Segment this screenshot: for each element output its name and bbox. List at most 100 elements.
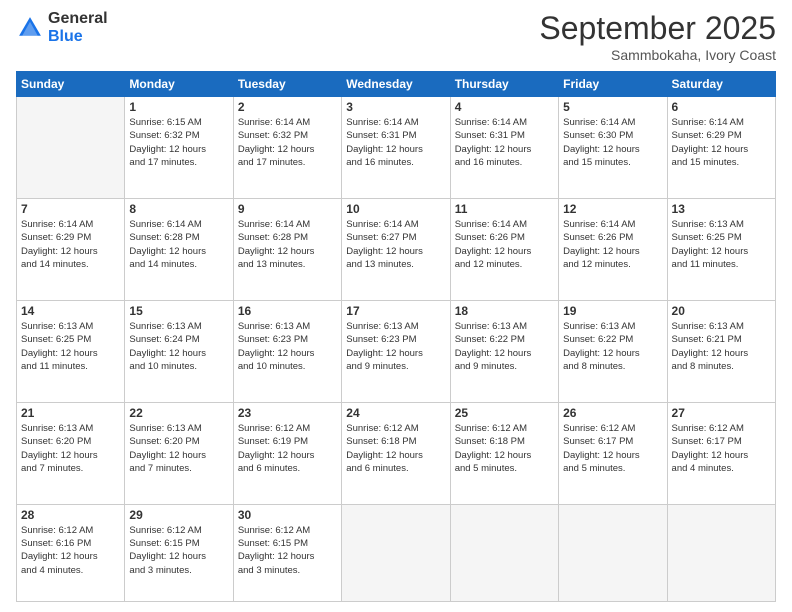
table-row: 5 Sunrise: 6:14 AMSunset: 6:30 PMDaylight…: [559, 97, 667, 199]
table-row: [559, 504, 667, 601]
day-number: 6: [672, 100, 771, 114]
table-row: 28 Sunrise: 6:12 AMSunset: 6:16 PMDayligh…: [17, 504, 125, 601]
table-row: 12 Sunrise: 6:14 AMSunset: 6:26 PMDayligh…: [559, 198, 667, 300]
day-number: 30: [238, 508, 337, 522]
day-info: Sunrise: 6:14 AMSunset: 6:31 PMDaylight:…: [346, 116, 445, 169]
table-row: 18Sunrise: 6:13 AMSunset: 6:22 PMDayligh…: [450, 300, 558, 402]
logo: General Blue: [16, 10, 108, 45]
day-info: Sunrise: 6:14 AMSunset: 6:28 PMDaylight:…: [238, 218, 337, 271]
table-row: 29 Sunrise: 6:12 AMSunset: 6:15 PMDayligh…: [125, 504, 233, 601]
table-row: 6Sunrise: 6:14 AMSunset: 6:29 PMDaylight…: [667, 97, 775, 199]
page: General Blue September 2025 Sammbokaha, …: [0, 0, 792, 612]
day-number: 24: [346, 406, 445, 420]
table-row: [342, 504, 450, 601]
day-number: 21: [21, 406, 120, 420]
day-number: 25: [455, 406, 554, 420]
table-row: 30 Sunrise: 6:12 AMSunset: 6:15 PMDayligh…: [233, 504, 341, 601]
day-number: 2: [238, 100, 337, 114]
month-title: September 2025: [539, 10, 776, 47]
col-friday: Friday: [559, 72, 667, 97]
col-wednesday: Wednesday: [342, 72, 450, 97]
day-info: Sunrise: 6:13 AMSunset: 6:25 PMDaylight:…: [21, 320, 120, 373]
calendar-table: Sunday Monday Tuesday Wednesday Thursday…: [16, 71, 776, 602]
day-info: Sunrise: 6:12 AMSunset: 6:16 PMDaylight:…: [21, 524, 120, 577]
logo-general: General: [48, 10, 108, 27]
day-info: Sunrise: 6:13 AMSunset: 6:25 PMDaylight:…: [672, 218, 771, 271]
header: General Blue September 2025 Sammbokaha, …: [16, 10, 776, 63]
table-row: 14 Sunrise: 6:13 AMSunset: 6:25 PMDayligh…: [17, 300, 125, 402]
day-info: Sunrise: 6:14 AMSunset: 6:32 PMDaylight:…: [238, 116, 337, 169]
table-row: 10 Sunrise: 6:14 AMSunset: 6:27 PMDayligh…: [342, 198, 450, 300]
table-row: 19Sunrise: 6:13 AMSunset: 6:22 PMDayligh…: [559, 300, 667, 402]
day-info: Sunrise: 6:13 AMSunset: 6:24 PMDaylight:…: [129, 320, 228, 373]
table-row: 13 Sunrise: 6:13 AMSunset: 6:25 PMDayligh…: [667, 198, 775, 300]
col-sunday: Sunday: [17, 72, 125, 97]
day-number: 7: [21, 202, 120, 216]
day-number: 11: [455, 202, 554, 216]
day-info: Sunrise: 6:12 AMSunset: 6:19 PMDaylight:…: [238, 422, 337, 475]
day-number: 3: [346, 100, 445, 114]
day-info: Sunrise: 6:15 AMSunset: 6:32 PMDaylight:…: [129, 116, 228, 169]
day-info: Sunrise: 6:13 AMSunset: 6:20 PMDaylight:…: [21, 422, 120, 475]
day-number: 28: [21, 508, 120, 522]
day-number: 22: [129, 406, 228, 420]
day-info: Sunrise: 6:14 AMSunset: 6:26 PMDaylight:…: [455, 218, 554, 271]
table-row: 22 Sunrise: 6:13 AMSunset: 6:20 PMDayligh…: [125, 402, 233, 504]
table-row: 25 Sunrise: 6:12 AMSunset: 6:18 PMDayligh…: [450, 402, 558, 504]
table-row: 11 Sunrise: 6:14 AMSunset: 6:26 PMDayligh…: [450, 198, 558, 300]
table-row: 15 Sunrise: 6:13 AMSunset: 6:24 PMDayligh…: [125, 300, 233, 402]
day-info: Sunrise: 6:13 AMSunset: 6:23 PMDaylight:…: [346, 320, 445, 373]
day-number: 5: [563, 100, 662, 114]
day-number: 12: [563, 202, 662, 216]
calendar-week-row: 14 Sunrise: 6:13 AMSunset: 6:25 PMDayligh…: [17, 300, 776, 402]
table-row: 27Sunrise: 6:12 AMSunset: 6:17 PMDayligh…: [667, 402, 775, 504]
day-number: 9: [238, 202, 337, 216]
day-number: 15: [129, 304, 228, 318]
day-number: 23: [238, 406, 337, 420]
col-tuesday: Tuesday: [233, 72, 341, 97]
day-info: Sunrise: 6:13 AMSunset: 6:20 PMDaylight:…: [129, 422, 228, 475]
calendar-header-row: Sunday Monday Tuesday Wednesday Thursday…: [17, 72, 776, 97]
day-info: Sunrise: 6:12 AMSunset: 6:18 PMDaylight:…: [346, 422, 445, 475]
calendar-week-row: 7 Sunrise: 6:14 AMSunset: 6:29 PMDaylight…: [17, 198, 776, 300]
day-number: 10: [346, 202, 445, 216]
day-info: Sunrise: 6:13 AMSunset: 6:22 PMDaylight:…: [455, 320, 554, 373]
day-info: Sunrise: 6:12 AMSunset: 6:15 PMDaylight:…: [238, 524, 337, 577]
day-number: 16: [238, 304, 337, 318]
day-number: 17: [346, 304, 445, 318]
day-number: 14: [21, 304, 120, 318]
day-info: Sunrise: 6:14 AMSunset: 6:30 PMDaylight:…: [563, 116, 662, 169]
day-info: Sunrise: 6:14 AMSunset: 6:27 PMDaylight:…: [346, 218, 445, 271]
table-row: 21 Sunrise: 6:13 AMSunset: 6:20 PMDayligh…: [17, 402, 125, 504]
day-info: Sunrise: 6:12 AMSunset: 6:17 PMDaylight:…: [563, 422, 662, 475]
table-row: [667, 504, 775, 601]
day-number: 4: [455, 100, 554, 114]
table-row: 4Sunrise: 6:14 AMSunset: 6:31 PMDaylight…: [450, 97, 558, 199]
logo-icon: [16, 14, 44, 42]
table-row: 16Sunrise: 6:13 AMSunset: 6:23 PMDayligh…: [233, 300, 341, 402]
table-row: 8Sunrise: 6:14 AMSunset: 6:28 PMDaylight…: [125, 198, 233, 300]
day-info: Sunrise: 6:13 AMSunset: 6:22 PMDaylight:…: [563, 320, 662, 373]
location-subtitle: Sammbokaha, Ivory Coast: [539, 47, 776, 63]
col-saturday: Saturday: [667, 72, 775, 97]
logo-blue: Blue: [48, 28, 83, 45]
table-row: [17, 97, 125, 199]
table-row: 3 Sunrise: 6:14 AMSunset: 6:31 PMDaylight…: [342, 97, 450, 199]
col-thursday: Thursday: [450, 72, 558, 97]
day-info: Sunrise: 6:14 AMSunset: 6:28 PMDaylight:…: [129, 218, 228, 271]
calendar-week-row: 21 Sunrise: 6:13 AMSunset: 6:20 PMDayligh…: [17, 402, 776, 504]
day-info: Sunrise: 6:14 AMSunset: 6:29 PMDaylight:…: [21, 218, 120, 271]
day-info: Sunrise: 6:14 AMSunset: 6:26 PMDaylight:…: [563, 218, 662, 271]
day-info: Sunrise: 6:13 AMSunset: 6:21 PMDaylight:…: [672, 320, 771, 373]
table-row: 24 Sunrise: 6:12 AMSunset: 6:18 PMDayligh…: [342, 402, 450, 504]
table-row: 20Sunrise: 6:13 AMSunset: 6:21 PMDayligh…: [667, 300, 775, 402]
day-info: Sunrise: 6:12 AMSunset: 6:18 PMDaylight:…: [455, 422, 554, 475]
day-number: 29: [129, 508, 228, 522]
title-block: September 2025 Sammbokaha, Ivory Coast: [539, 10, 776, 63]
day-number: 13: [672, 202, 771, 216]
table-row: 9 Sunrise: 6:14 AMSunset: 6:28 PMDaylight…: [233, 198, 341, 300]
table-row: 2 Sunrise: 6:14 AMSunset: 6:32 PMDaylight…: [233, 97, 341, 199]
day-info: Sunrise: 6:12 AMSunset: 6:15 PMDaylight:…: [129, 524, 228, 577]
day-info: Sunrise: 6:12 AMSunset: 6:17 PMDaylight:…: [672, 422, 771, 475]
table-row: [450, 504, 558, 601]
